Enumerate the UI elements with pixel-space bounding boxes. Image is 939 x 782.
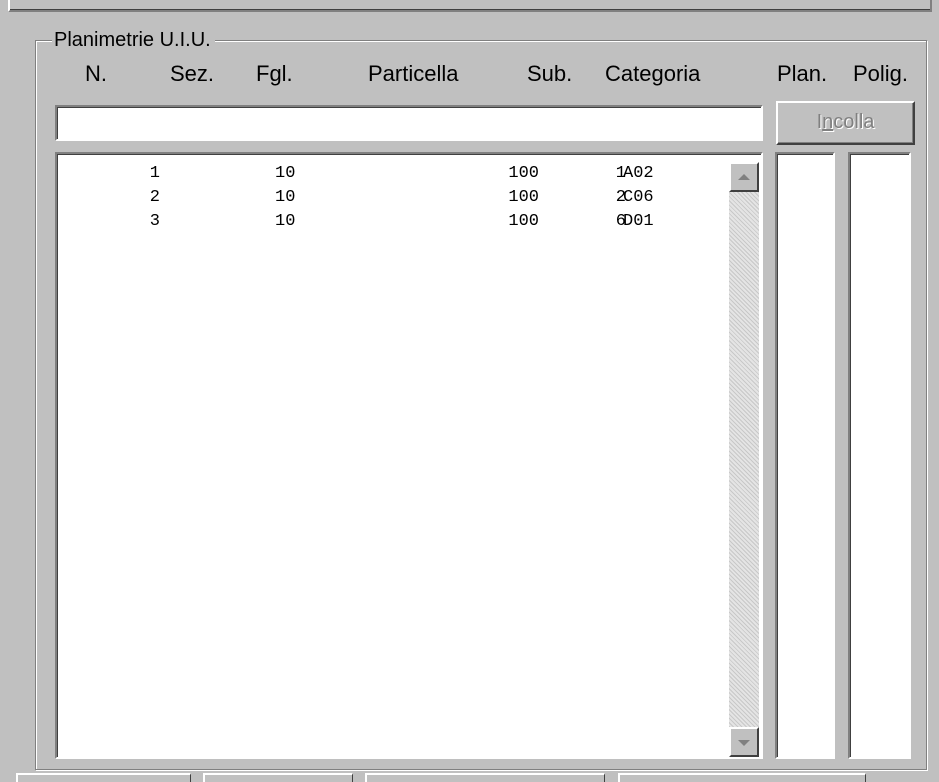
cell-particella: 100 xyxy=(508,188,539,207)
incolla-label-pre: I xyxy=(816,111,823,133)
list-item[interactable]: 2 10 100 2 C06 xyxy=(57,186,727,210)
cell-n: 3 xyxy=(149,212,160,231)
cell-fgl: 10 xyxy=(275,212,296,231)
vertical-scrollbar[interactable] xyxy=(729,162,759,757)
lower-control-1[interactable] xyxy=(16,773,191,782)
column-header-categoria: Categoria xyxy=(605,61,701,86)
scroll-down-arrow-icon xyxy=(738,740,750,746)
plan-listbox[interactable] xyxy=(775,152,835,759)
cell-categoria: C06 xyxy=(623,188,654,207)
scroll-up-arrow-icon xyxy=(738,174,750,180)
column-header-fgl: Fgl. xyxy=(256,61,293,86)
column-header-sub: Sub. xyxy=(527,61,573,86)
incolla-label-accelerator: n xyxy=(822,111,834,133)
uiu-listbox[interactable]: 1 10 100 1 A02 2 10 100 2 C06 3 10 100 6… xyxy=(55,152,763,759)
lower-control-4[interactable] xyxy=(618,773,866,782)
polig-listbox[interactable] xyxy=(848,152,911,759)
groupbox-title: Planimetrie U.I.U. xyxy=(52,25,215,55)
column-header-plan: Plan. xyxy=(777,61,828,86)
column-header-particella: Particella xyxy=(368,61,459,86)
cell-n: 1 xyxy=(149,164,160,183)
uiu-edit-field[interactable] xyxy=(55,105,763,141)
scroll-up-button[interactable] xyxy=(729,162,759,192)
column-header-polig: Polig. xyxy=(853,61,909,86)
incolla-button[interactable]: Incolla xyxy=(776,101,915,145)
list-item[interactable]: 3 10 100 6 D01 xyxy=(57,210,727,234)
scroll-down-button[interactable] xyxy=(729,727,759,757)
list-item[interactable]: 1 10 100 1 A02 xyxy=(57,162,727,186)
cell-particella: 100 xyxy=(508,164,539,183)
cell-n: 2 xyxy=(149,188,160,207)
lower-control-3[interactable] xyxy=(365,773,605,782)
column-header-n: N. xyxy=(85,61,107,86)
cell-particella: 100 xyxy=(508,212,539,231)
lower-control-2[interactable] xyxy=(203,773,353,782)
cell-fgl: 10 xyxy=(275,188,296,207)
cell-categoria: A02 xyxy=(623,164,654,183)
cell-fgl: 10 xyxy=(275,164,296,183)
upper-panel-edge xyxy=(8,0,932,12)
column-header-sez: Sez. xyxy=(170,61,215,86)
incolla-label-post: colla xyxy=(833,111,875,133)
cell-categoria: D01 xyxy=(623,212,654,231)
